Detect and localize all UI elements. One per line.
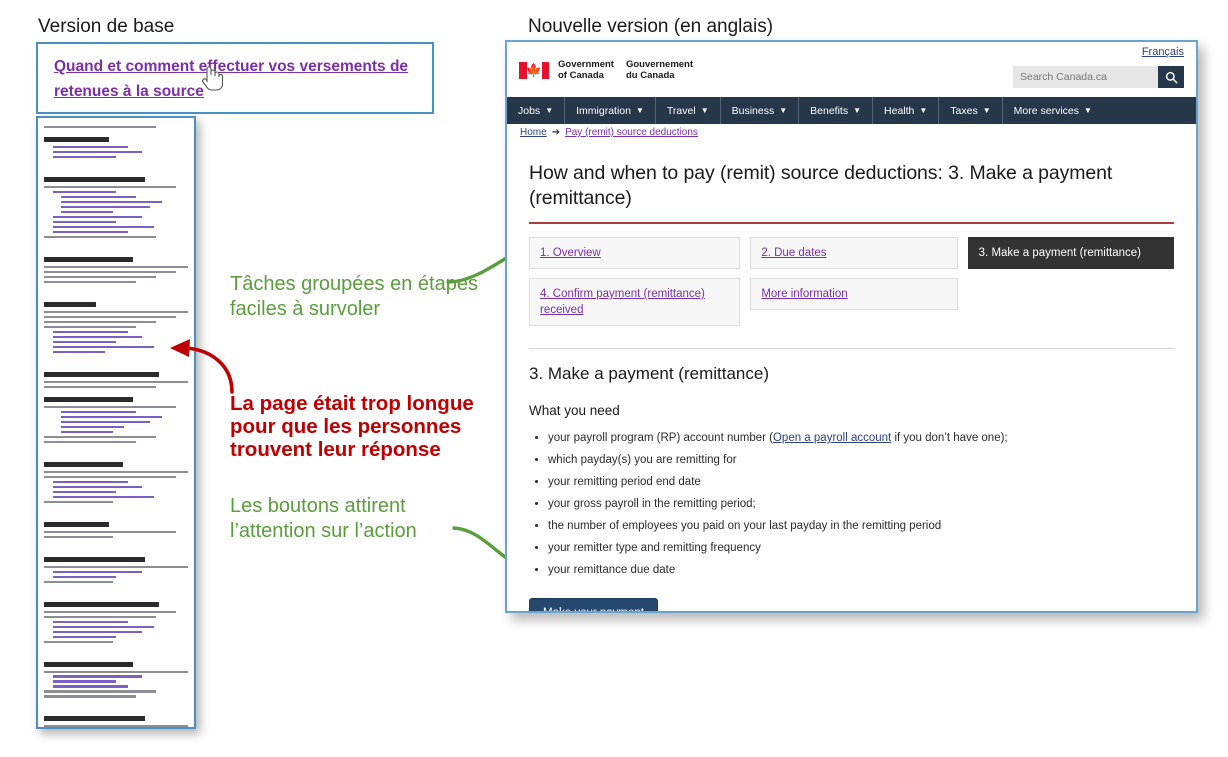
base-version-link-panel: Quand et comment effectuer vos versement… bbox=[36, 42, 434, 114]
nav-item-business[interactable]: Business ▼ bbox=[721, 97, 800, 124]
title-underline-rule bbox=[529, 222, 1174, 224]
wordmark-fr-line1: Gouvernement bbox=[625, 59, 694, 70]
list-item: which payday(s) you are remitting for bbox=[548, 449, 1174, 471]
breadcrumb: Home ➔ Pay (remit) source deductions bbox=[507, 124, 1196, 141]
list-item: your remitting period end date bbox=[548, 471, 1174, 493]
search-input[interactable] bbox=[1013, 66, 1158, 88]
list-item: the number of employees you paid on your… bbox=[548, 515, 1174, 537]
annotation-tasks-grouped: Tâches groupées en étapes faciles à surv… bbox=[230, 273, 478, 320]
nav-item-health[interactable]: Health ▼ bbox=[873, 97, 940, 124]
annotation-page-too-long: La page était trop longue pour que les p… bbox=[230, 392, 474, 461]
base-version-page-link[interactable]: Quand et comment effectuer vos versement… bbox=[54, 54, 414, 104]
caption-base-version: Version de base bbox=[38, 16, 175, 37]
list-item: your payroll program (RP) account number… bbox=[548, 427, 1174, 449]
nav-item-more-services[interactable]: More services ▼ bbox=[1003, 97, 1103, 124]
chevron-down-icon: ▼ bbox=[982, 106, 991, 115]
list-item: your remitter type and remitting frequen… bbox=[548, 537, 1174, 559]
open-payroll-account-link[interactable]: Open a payroll account bbox=[773, 432, 891, 444]
nav-item-travel[interactable]: Travel ▼ bbox=[656, 97, 721, 124]
wordmark-fr-line2: du Canada bbox=[625, 70, 675, 81]
comparison-figure: Version de base Nouvelle version (en ang… bbox=[0, 0, 1228, 757]
chevron-down-icon: ▼ bbox=[919, 106, 928, 115]
list-item: your gross payroll in the remitting peri… bbox=[548, 493, 1174, 515]
wordmark-en-line2: of Canada bbox=[558, 70, 604, 81]
canada-flag-icon: 🍁 bbox=[519, 61, 549, 79]
make-your-payment-button[interactable]: Make your payment bbox=[529, 598, 658, 611]
chevron-down-icon: ▼ bbox=[700, 106, 709, 115]
wordmark-en-line1: Government bbox=[558, 59, 614, 70]
gc-site-header: Français 🍁 Government of Canada Gouverne… bbox=[507, 42, 1196, 97]
chevron-down-icon: ▼ bbox=[635, 106, 644, 115]
nav-item-taxes[interactable]: Taxes ▼ bbox=[939, 97, 1003, 124]
tab-overview[interactable]: 1. Overview bbox=[529, 237, 741, 269]
caption-new-version: Nouvelle version (en anglais) bbox=[528, 16, 774, 37]
main-navigation: Jobs ▼ Immigration ▼ Travel ▼ Business ▼ Ben… bbox=[507, 97, 1196, 124]
section-title: 3. Make a payment (remittance) bbox=[529, 364, 769, 383]
tab-more-information[interactable]: More information bbox=[750, 278, 958, 310]
tab-confirm-payment-received[interactable]: 4. Confirm payment (remittance) received bbox=[529, 278, 741, 326]
nav-item-jobs[interactable]: Jobs ▼ bbox=[507, 97, 566, 124]
nav-item-benefits[interactable]: Benefits ▼ bbox=[799, 97, 874, 124]
nav-item-immigration[interactable]: Immigration ▼ bbox=[565, 97, 656, 124]
list-item: your remittance due date bbox=[548, 559, 1174, 581]
what-you-need-list: your payroll program (RP) account number… bbox=[529, 427, 1174, 581]
step-navigation: 1. Overview 4. Confirm payment (remittan… bbox=[529, 237, 1175, 326]
government-of-canada-wordmark: 🍁 Government of Canada Gouvernement du C… bbox=[519, 59, 693, 81]
tab-make-a-payment: 3. Make a payment (remittance) bbox=[967, 237, 1175, 269]
base-version-long-page-thumbnail bbox=[36, 116, 196, 729]
new-version-browser-window: Français 🍁 Government of Canada Gouverne… bbox=[505, 40, 1198, 613]
search-icon bbox=[1165, 71, 1177, 83]
chevron-down-icon: ▼ bbox=[779, 106, 788, 115]
tab-due-dates[interactable]: 2. Due dates bbox=[750, 237, 958, 269]
breadcrumb-current[interactable]: Pay (remit) source deductions bbox=[565, 127, 698, 138]
language-toggle-link[interactable]: Français bbox=[1142, 46, 1184, 58]
subsection-title: What you need bbox=[529, 403, 620, 418]
chevron-down-icon: ▼ bbox=[545, 106, 554, 115]
section-divider bbox=[529, 348, 1174, 349]
chevron-down-icon: ▼ bbox=[1084, 106, 1092, 115]
page-body: How and when to pay (remit) source deduc… bbox=[507, 141, 1196, 611]
breadcrumb-separator-icon: ➔ bbox=[551, 127, 561, 138]
annotation-buttons-attract: Les boutons attirent l’attention sur l’a… bbox=[230, 495, 417, 542]
search-button[interactable] bbox=[1158, 66, 1184, 88]
chevron-down-icon: ▼ bbox=[853, 106, 862, 115]
pointing-hand-cursor-icon bbox=[202, 66, 224, 91]
page-title: How and when to pay (remit) source deduc… bbox=[529, 162, 1113, 209]
breadcrumb-home[interactable]: Home bbox=[520, 127, 547, 138]
site-search bbox=[1013, 66, 1184, 88]
